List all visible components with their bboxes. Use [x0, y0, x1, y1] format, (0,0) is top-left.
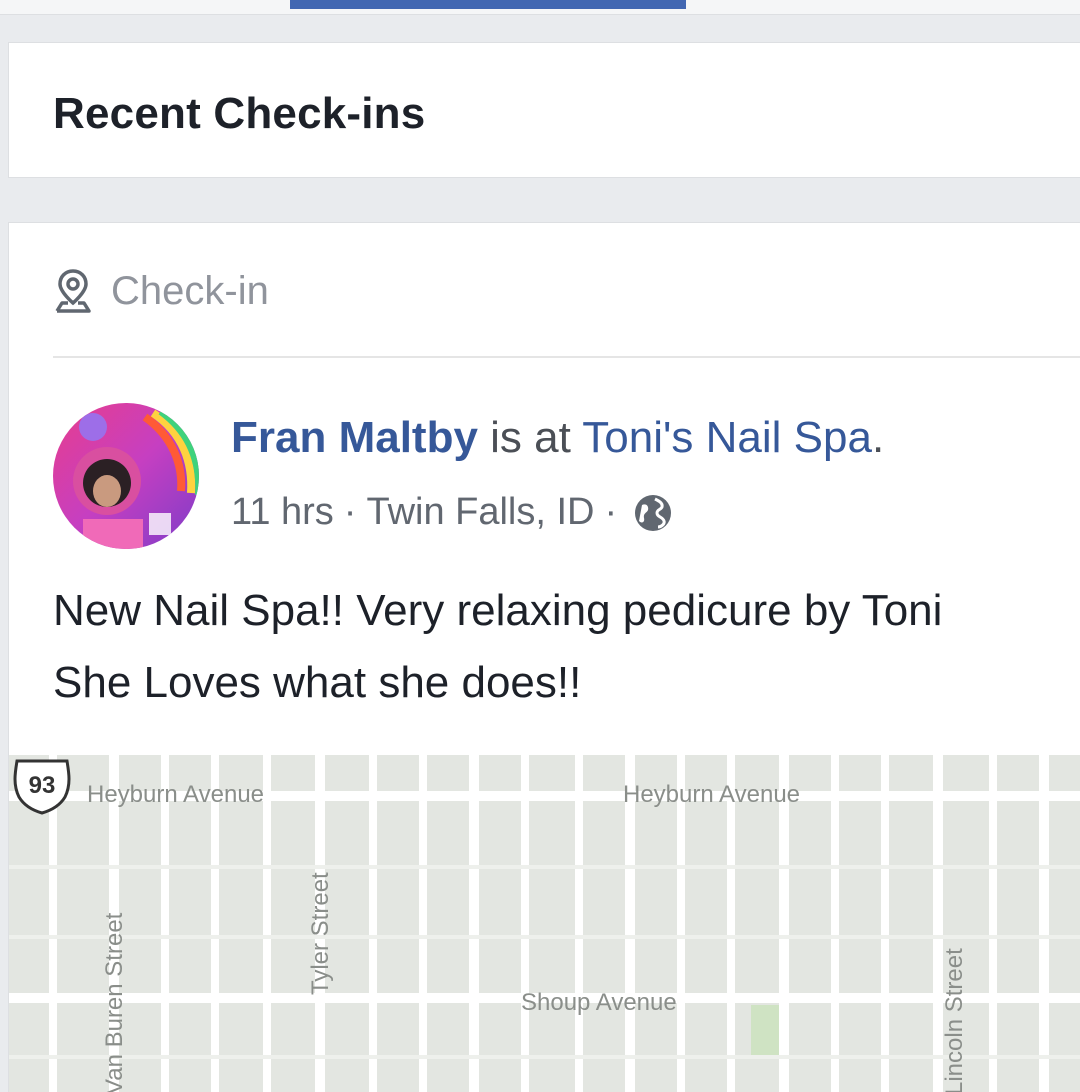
meta-separator: · — [343, 491, 357, 533]
post-meta: 11 hrs · Twin Falls, ID · — [231, 491, 673, 534]
route-number: 93 — [29, 772, 56, 799]
street-label-heyburn-west: Heyburn Avenue — [87, 781, 265, 808]
post-body-line: New Nail Spa!! Very relaxing pedicure by… — [53, 586, 943, 635]
route-shield-icon: 93 — [13, 759, 71, 815]
street-label-lincoln: Lincoln Street — [941, 948, 968, 1092]
active-tab-indicator[interactable] — [290, 0, 686, 9]
headline-period: . — [871, 413, 885, 462]
post-body: New Nail Spa!! Very relaxing pedicure by… — [53, 575, 1080, 719]
location-map[interactable]: Heyburn Avenue Heyburn Avenue Shoup Aven… — [9, 755, 1080, 1092]
checkin-post-card: Check-in Fran Maltby is at Toni's Nail S… — [8, 222, 1080, 1092]
post-headline: Fran Maltby is at Toni's Nail Spa. — [231, 413, 884, 463]
street-label-tyler: Tyler Street — [307, 872, 334, 995]
post-location-link[interactable]: Twin Falls, ID — [366, 491, 594, 534]
post-type-row: Check-in — [53, 259, 269, 323]
author-name-link[interactable]: Fran Maltby — [231, 413, 478, 462]
globe-icon[interactable] — [633, 493, 673, 533]
meta-separator: · — [604, 491, 618, 533]
post-body-line: She Loves what she does!! — [53, 658, 582, 707]
tab-strip — [0, 0, 1080, 15]
place-name-link[interactable]: Toni's Nail Spa — [582, 413, 872, 462]
street-label-van-buren: Van Buren Street — [101, 912, 128, 1092]
divider — [53, 356, 1080, 358]
checkin-label: Check-in — [111, 268, 269, 313]
avatar[interactable] — [53, 403, 199, 549]
map-pin-icon — [55, 269, 91, 313]
street-label-heyburn-east: Heyburn Avenue — [623, 781, 801, 808]
section-title: Recent Check-ins — [53, 89, 426, 138]
post-timestamp[interactable]: 11 hrs — [231, 491, 334, 534]
action-text: is at — [477, 413, 583, 462]
recent-checkins-header: Recent Check-ins — [8, 42, 1080, 178]
street-label-shoup: Shoup Avenue — [521, 989, 677, 1016]
